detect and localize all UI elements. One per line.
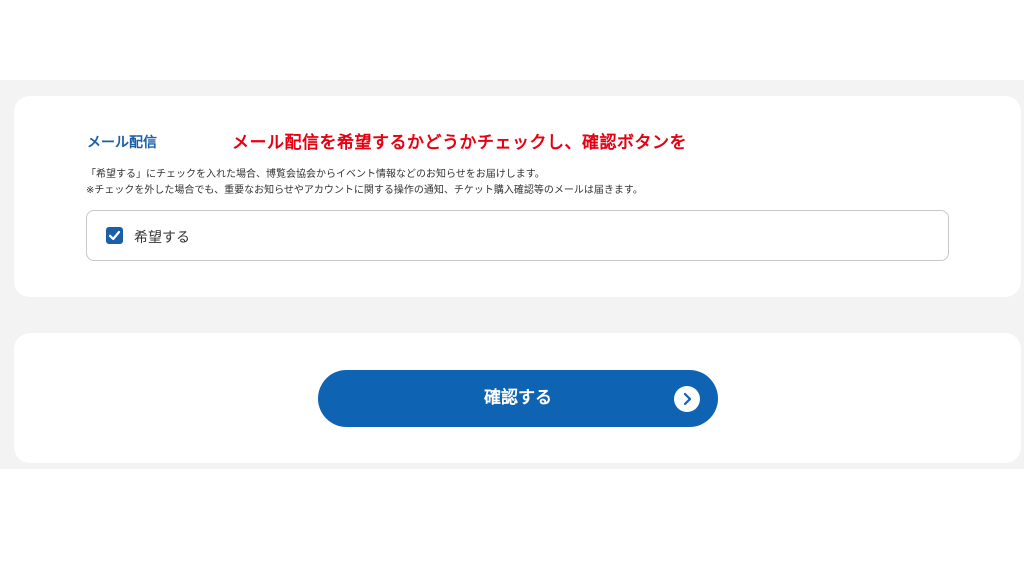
notice-text: ※チェックを外した場合でも、重要なお知らせやアカウントに関する操作の通知、チケッ… <box>86 185 643 196</box>
chevron-right-circle-icon <box>674 386 700 412</box>
confirm-button[interactable]: 確認する <box>318 370 718 427</box>
confirm-card: 確認する <box>14 333 1021 463</box>
checkbox-label: 希望する <box>134 230 190 246</box>
mail-opt-in-checkbox-field[interactable]: 希望する <box>86 210 949 261</box>
page: メール配信 メール配信を希望するかどうかチェックし、確認ボタンを 「希望する」に… <box>0 0 1024 576</box>
confirm-button-label: 確認する <box>484 388 552 408</box>
checkmark-icon <box>108 230 121 241</box>
annotation-text: メール配信を希望するかどうかチェックし、確認ボタンを <box>232 133 687 153</box>
mail-delivery-card: メール配信 メール配信を希望するかどうかチェックし、確認ボタンを 「希望する」に… <box>14 96 1021 297</box>
section-title: メール配信 <box>87 135 157 151</box>
description-text: 「希望する」にチェックを入れた場合、博覧会協会からイベント情報などのお知らせをお… <box>86 169 545 180</box>
mail-opt-in-checkbox[interactable] <box>106 227 123 244</box>
